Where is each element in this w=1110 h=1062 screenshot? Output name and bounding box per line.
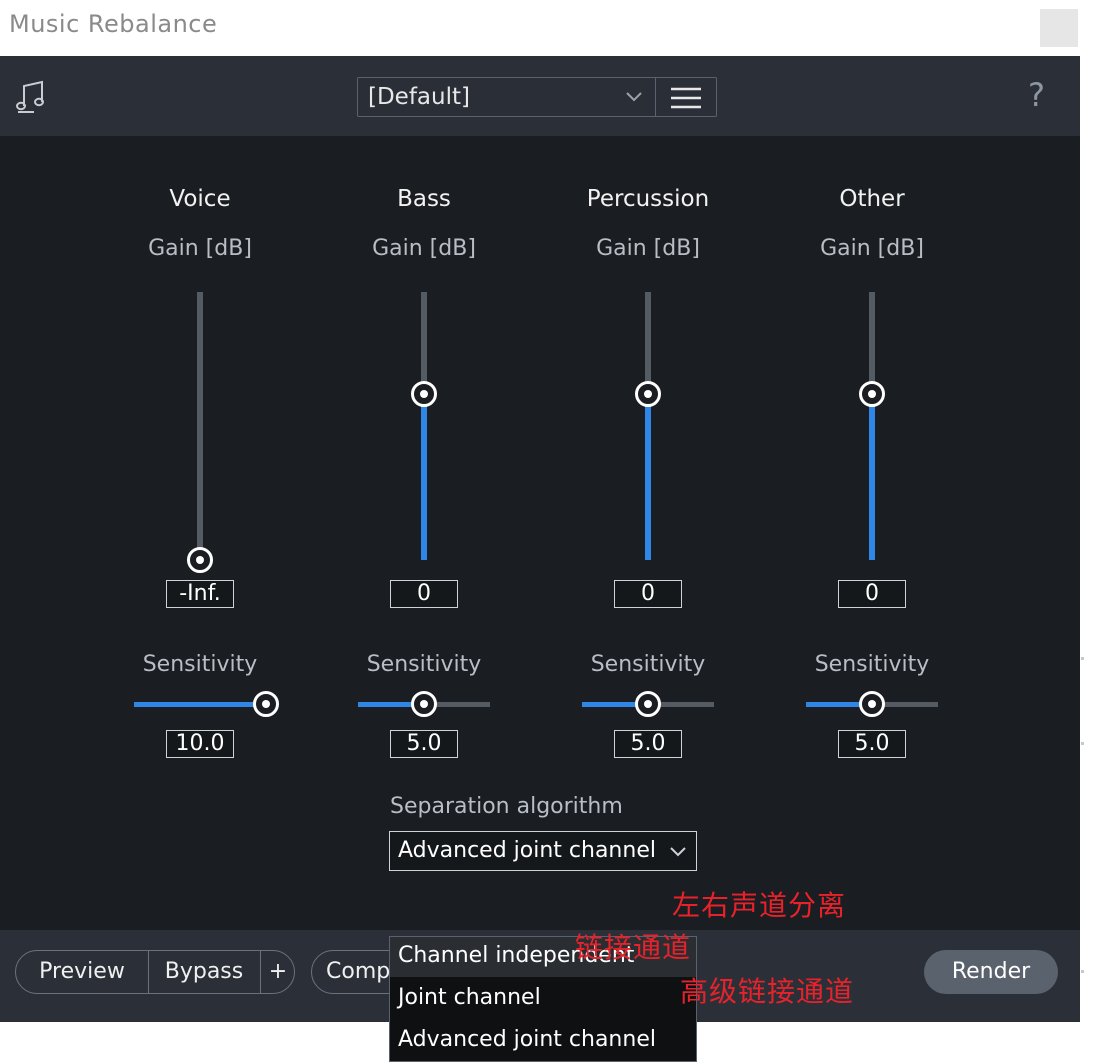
channel-strip-percussion: Percussion Gain [dB] 0 Sensitivity 5.0: [536, 56, 760, 816]
option-annotation: 高级链接通道: [680, 975, 855, 1008]
chevron-down-icon: [670, 847, 686, 857]
gain-label: Gain [dB]: [148, 236, 252, 261]
bypass-button[interactable]: Bypass: [149, 951, 259, 993]
gain-slider-track[interactable]: [197, 292, 203, 560]
gain-slider-track[interactable]: [421, 292, 427, 560]
window-control-button[interactable]: [1040, 9, 1078, 47]
sensitivity-label: Sensitivity: [590, 652, 706, 677]
gain-slider-track[interactable]: [869, 292, 875, 560]
channel-name: Percussion: [586, 186, 710, 212]
sensitivity-label: Sensitivity: [814, 652, 930, 677]
music-rebalance-panel: [Default] ? Voice Gain [dB] -Inf. Sensitivi…: [0, 56, 1084, 1062]
separation-algorithm-label: Separation algorithm: [390, 794, 623, 819]
window-title: Music Rebalance: [9, 10, 218, 38]
edge-mark: [1081, 742, 1084, 745]
option-annotation: 链接通道: [575, 931, 692, 964]
channel-name: Other: [839, 186, 905, 212]
channel-strip-voice: Voice Gain [dB] -Inf. Sensitivity 10.0: [88, 56, 312, 816]
channel-name: Bass: [397, 186, 451, 212]
edge-mark: [1081, 970, 1084, 973]
gain-slider-fill: [869, 394, 875, 560]
gain-value-field[interactable]: 0: [614, 580, 682, 608]
sensitivity-slider-fill: [134, 702, 266, 707]
separation-algorithm-select[interactable]: Advanced joint channel: [389, 831, 697, 871]
music-note-icon: [16, 80, 44, 113]
gain-slider-knob[interactable]: [635, 381, 661, 407]
sensitivity-value-field[interactable]: 5.0: [614, 730, 682, 758]
add-button[interactable]: +: [261, 951, 294, 993]
gain-slider-knob[interactable]: [187, 547, 213, 573]
sensitivity-value-field[interactable]: 10.0: [166, 730, 234, 758]
sensitivity-value-field[interactable]: 5.0: [390, 730, 458, 758]
gain-label: Gain [dB]: [596, 236, 700, 261]
gain-slider-fill: [421, 394, 427, 560]
gain-value-field[interactable]: 0: [390, 580, 458, 608]
gain-value-field[interactable]: 0: [838, 580, 906, 608]
gain-slider-fill: [645, 394, 651, 560]
window-titlebar: Music Rebalance: [0, 0, 1080, 56]
gain-value-field[interactable]: -Inf.: [166, 580, 234, 608]
playback-button-group: Preview Bypass +: [15, 950, 295, 994]
gain-slider-track[interactable]: [645, 292, 651, 560]
channel-name: Voice: [169, 186, 231, 212]
gain-slider-knob[interactable]: [859, 381, 885, 407]
sensitivity-value-field[interactable]: 5.0: [838, 730, 906, 758]
dropdown-option[interactable]: Joint channel: [390, 979, 696, 1019]
help-icon[interactable]: ?: [1028, 76, 1045, 114]
gain-label: Gain [dB]: [820, 236, 924, 261]
render-button[interactable]: Render: [924, 950, 1058, 994]
sensitivity-slider-knob[interactable]: [635, 691, 661, 717]
gain-label: Gain [dB]: [372, 236, 476, 261]
sensitivity-label: Sensitivity: [366, 652, 482, 677]
channel-strip-bass: Bass Gain [dB] 0 Sensitivity 5.0: [312, 56, 536, 816]
sensitivity-slider-knob[interactable]: [253, 691, 279, 717]
channel-strip-other: Other Gain [dB] 0 Sensitivity 5.0: [760, 56, 984, 816]
option-annotation: 左右声道分离: [672, 889, 847, 922]
sensitivity-slider-knob[interactable]: [411, 691, 437, 717]
edge-mark: [1081, 657, 1084, 660]
gain-slider-knob[interactable]: [411, 381, 437, 407]
separation-algorithm-value: Advanced joint channel: [398, 838, 656, 863]
sensitivity-slider-track[interactable]: [134, 702, 266, 707]
sensitivity-slider-knob[interactable]: [859, 691, 885, 717]
dropdown-option[interactable]: Advanced joint channel: [390, 1021, 696, 1061]
preview-button[interactable]: Preview: [16, 951, 148, 993]
sensitivity-label: Sensitivity: [142, 652, 258, 677]
